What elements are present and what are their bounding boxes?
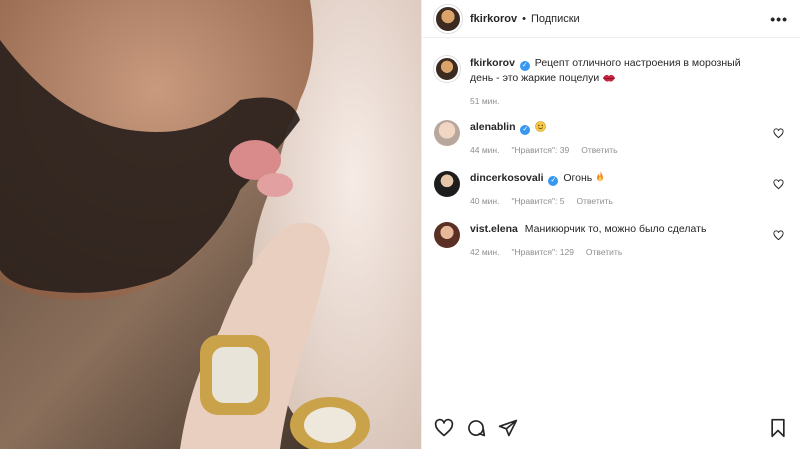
verified-badge-icon: ✓: [548, 176, 559, 186]
reply-button[interactable]: Ответить: [576, 196, 612, 206]
more-options-button[interactable]: •••: [770, 11, 788, 27]
commenter-username[interactable]: vist.elena: [470, 223, 518, 235]
comment-body: Маникюрчик то, можно было сделать: [524, 223, 707, 235]
reply-button[interactable]: Ответить: [581, 145, 617, 155]
commenter-username[interactable]: dincerkosovali: [470, 172, 544, 184]
caption-row: fkirkorov ✓ Рецепт отличного настроения …: [434, 56, 788, 106]
comment-time: 40 мин.: [470, 196, 500, 206]
comment-likes-count[interactable]: "Нравится": 129: [511, 247, 573, 257]
comment-likes-count[interactable]: "Нравится": 39: [511, 145, 569, 155]
caption-author[interactable]: fkirkorov: [470, 57, 515, 69]
bookmark-icon[interactable]: [768, 418, 788, 438]
share-icon[interactable]: [498, 418, 518, 438]
smiling-face-icon: [535, 121, 547, 132]
comment-meta: 42 мин. "Нравится": 129 Ответить: [470, 247, 766, 257]
commenter-username[interactable]: alenablin: [470, 121, 516, 133]
comment-like-heart-icon[interactable]: [773, 230, 784, 241]
comment-text: dincerkosovali ✓ Огонь: [470, 171, 766, 186]
kiss-photo-illustration: [0, 0, 421, 449]
comment-body: Огонь: [563, 172, 593, 184]
author-avatar[interactable]: [434, 4, 462, 33]
comment-meta: 44 мин. "Нравится": 39 Ответить: [470, 145, 766, 155]
post-action-bar: [422, 417, 800, 439]
heart-icon[interactable]: [434, 418, 454, 438]
commenter-avatar[interactable]: [434, 171, 460, 197]
verified-badge-icon: ✓: [519, 61, 530, 71]
comment-row: dincerkosovali ✓ Огонь 40 мин. "Нравится…: [434, 171, 788, 206]
comment-row: vist.elena Маникюрчик то, можно было сде…: [434, 222, 788, 257]
comment-icon[interactable]: [466, 418, 486, 438]
comment-meta: 40 мин. "Нравится": 5 Ответить: [470, 196, 766, 206]
follow-status-button[interactable]: Подписки: [531, 13, 580, 25]
verified-badge-icon: ✓: [520, 125, 531, 135]
separator-dot: •: [522, 12, 526, 25]
caption-time: 51 мин.: [470, 96, 500, 106]
caption-author-avatar[interactable]: [434, 56, 460, 82]
fire-icon: [597, 171, 604, 182]
commenter-avatar[interactable]: [434, 120, 460, 146]
kiss-lips-icon: [603, 74, 616, 82]
author-username[interactable]: fkirkorov: [470, 13, 517, 25]
comment-likes-count[interactable]: "Нравится": 5: [511, 196, 564, 206]
post-header: fkirkorov • Подписки •••: [422, 0, 800, 38]
commenter-avatar[interactable]: [434, 222, 460, 248]
caption-meta: 51 мин.: [470, 96, 766, 106]
caption-text: fkirkorov ✓ Рецепт отличного настроения …: [470, 56, 766, 86]
comment-time: 42 мин.: [470, 247, 500, 257]
comments-list: fkirkorov ✓ Рецепт отличного настроения …: [422, 38, 800, 257]
post-side-panel: fkirkorov • Подписки ••• fkirkorov ✓ Рец…: [421, 0, 800, 449]
comment-row: alenablin ✓ 44 мин. "Нравится": 39 Ответ…: [434, 120, 788, 155]
comment-time: 44 мин.: [470, 145, 500, 155]
comment-text: vist.elena Маникюрчик то, можно было сде…: [470, 222, 766, 237]
reply-button[interactable]: Ответить: [586, 247, 622, 257]
comment-text: alenablin ✓: [470, 120, 766, 135]
comment-like-heart-icon[interactable]: [773, 128, 784, 139]
post-photo[interactable]: [0, 0, 421, 449]
comment-like-heart-icon[interactable]: [773, 179, 784, 190]
